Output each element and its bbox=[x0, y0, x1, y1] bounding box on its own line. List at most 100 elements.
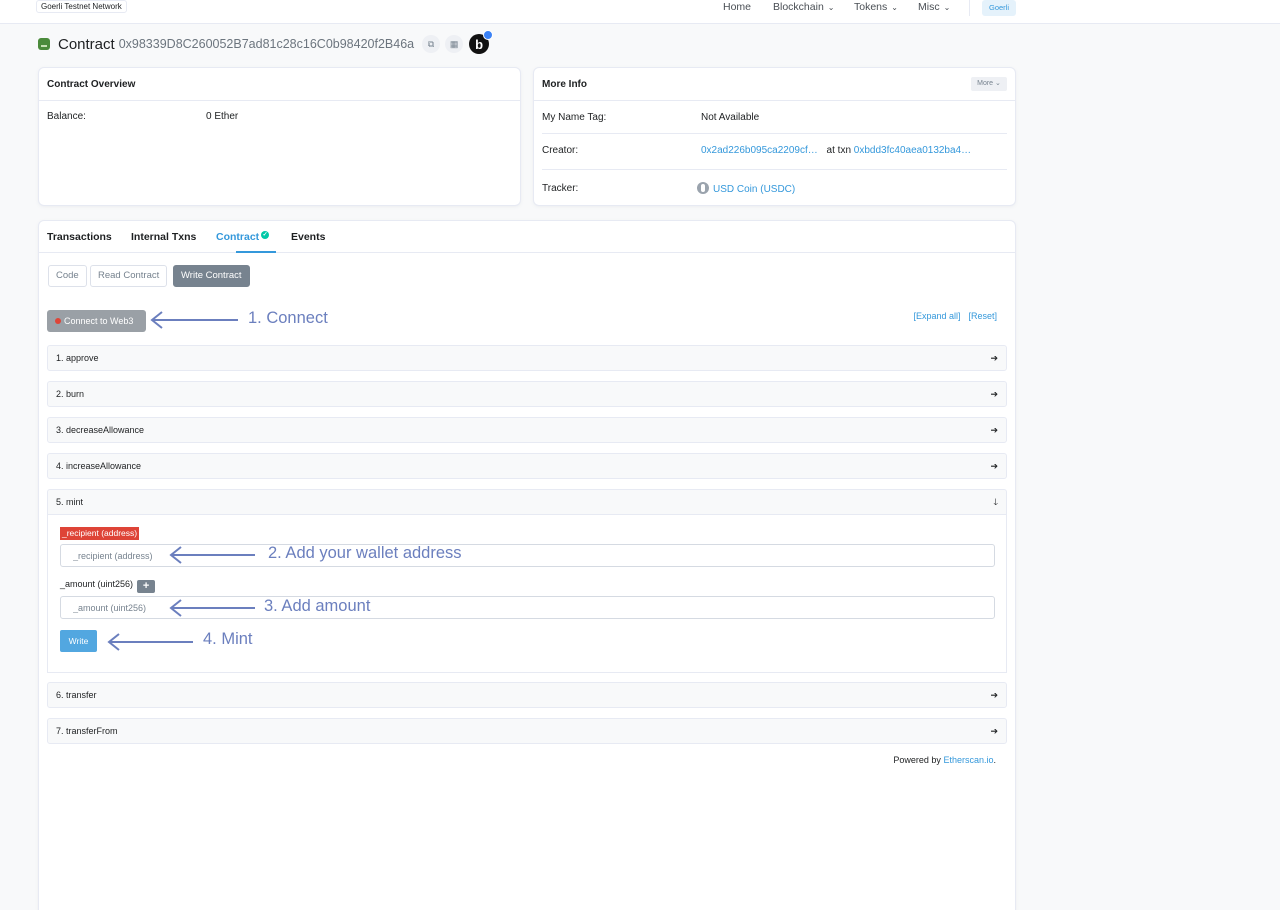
chevron-down-icon: ⌄ bbox=[943, 3, 951, 12]
page-title: Contract bbox=[58, 35, 115, 53]
arrow-right-icon: ➔ bbox=[990, 425, 998, 435]
verified-check-icon: ✓ bbox=[261, 231, 270, 239]
more-dropdown-button[interactable]: More ⌄ bbox=[971, 77, 1007, 91]
contract-icon bbox=[38, 38, 50, 50]
function-decrease-allowance[interactable]: 3. decreaseAllowance ➔ bbox=[47, 417, 1007, 443]
function-transfer-from[interactable]: 7. transferFrom ➔ bbox=[47, 718, 1007, 744]
nav-blockchain-label: Blockchain bbox=[773, 1, 824, 13]
disconnected-status-icon bbox=[55, 318, 61, 324]
creator-txn-link[interactable]: 0xbdd3fc40aea0132ba4… bbox=[854, 145, 971, 156]
blockscan-logo-icon: b bbox=[475, 36, 484, 52]
arrow-right-icon: ➔ bbox=[990, 690, 998, 700]
amount-label: _amount (uint256) + bbox=[60, 579, 156, 593]
annotation-step-3: 3. Add amount bbox=[264, 597, 371, 615]
balance-value: 0 Ether bbox=[206, 110, 239, 122]
tab-bar: Transactions Internal Txns Contract ✓ Eve… bbox=[39, 221, 1015, 253]
nav-blockchain[interactable]: Blockchain ⌄ bbox=[773, 1, 834, 14]
connect-web3-button[interactable]: Connect to Web3 bbox=[47, 310, 146, 332]
powered-by-text: Powered by bbox=[893, 755, 941, 765]
network-switch-button[interactable]: Goerli bbox=[982, 0, 1016, 16]
nav-tokens-label: Tokens bbox=[854, 1, 888, 13]
qr-code-button[interactable]: ▦ bbox=[445, 35, 464, 53]
card-title: Contract Overview bbox=[47, 78, 136, 90]
at-txn-text: at txn bbox=[826, 144, 852, 156]
nav-home-label: Home bbox=[723, 1, 752, 13]
name-tag-label: My Name Tag: bbox=[542, 111, 607, 123]
function-label: 7. transferFrom bbox=[56, 726, 118, 736]
annotation-step-4: 4. Mint bbox=[203, 630, 253, 648]
chevron-down-icon: ⌄ bbox=[827, 3, 835, 12]
copy-address-button[interactable]: ⧉ bbox=[422, 35, 441, 53]
function-approve[interactable]: 1. approve ➔ bbox=[47, 345, 1007, 371]
blockscan-chat-button[interactable]: b bbox=[469, 30, 494, 54]
network-badge: Goerli Testnet Network bbox=[36, 0, 127, 13]
amount-label-text: _amount (uint256) bbox=[60, 579, 134, 589]
annotation-step-2: 2. Add your wallet address bbox=[268, 544, 462, 562]
nav-tokens[interactable]: Tokens ⌄ bbox=[854, 1, 898, 14]
recipient-label: _recipient (address) bbox=[60, 527, 140, 540]
powered-by: Powered by Etherscan.io. bbox=[893, 755, 996, 765]
annotation-arrow-icon bbox=[169, 599, 255, 617]
tracker-link[interactable]: USD Coin (USDC) bbox=[697, 181, 796, 195]
function-label: 1. approve bbox=[56, 353, 99, 363]
card-title: More Info bbox=[542, 78, 587, 90]
usdc-token-icon bbox=[697, 181, 709, 194]
function-mint[interactable]: 5. mint 🡓 bbox=[47, 489, 1007, 515]
nav-misc-label: Misc bbox=[918, 1, 940, 13]
annotation-arrow-icon bbox=[150, 311, 238, 329]
tab-events[interactable]: Events bbox=[291, 231, 325, 243]
period: . bbox=[993, 755, 996, 765]
more-info-card: More Info More ⌄ My Name Tag: Not Availa… bbox=[533, 67, 1016, 206]
balance-label: Balance: bbox=[47, 110, 86, 122]
nav-misc[interactable]: Misc ⌄ bbox=[918, 1, 950, 14]
read-contract-button[interactable]: Read Contract bbox=[90, 265, 168, 287]
chevron-down-icon: ⌄ bbox=[891, 3, 898, 12]
card-header: More Info More ⌄ bbox=[534, 68, 1015, 101]
annotation-step-1: 1. Connect bbox=[248, 309, 328, 327]
annotation-arrow-icon bbox=[107, 633, 193, 651]
copy-icon: ⧉ bbox=[427, 38, 435, 49]
write-contract-button[interactable]: Write Contract bbox=[173, 265, 250, 287]
arrow-right-icon: ➔ bbox=[990, 461, 998, 471]
code-button[interactable]: Code bbox=[48, 265, 87, 287]
name-tag-value: Not Available bbox=[701, 111, 760, 123]
function-label: 5. mint bbox=[56, 497, 84, 507]
contract-address: 0x98339D8C260052B7ad81c28c16C0b98420f2B4… bbox=[118, 37, 415, 51]
annotation-arrow-icon bbox=[169, 546, 255, 564]
function-label: 3. decreaseAllowance bbox=[56, 425, 145, 435]
tracker-label: Tracker: bbox=[542, 182, 579, 194]
plus-icon[interactable]: + bbox=[137, 580, 156, 593]
connect-web3-label: Connect to Web3 bbox=[64, 316, 134, 326]
function-label: 2. burn bbox=[56, 389, 85, 399]
tab-transactions[interactable]: Transactions bbox=[47, 231, 112, 243]
tab-contract[interactable]: Contract ✓ bbox=[216, 231, 270, 243]
tab-internal-txns[interactable]: Internal Txns bbox=[131, 231, 196, 243]
row-divider bbox=[542, 169, 1007, 170]
arrow-right-icon: ➔ bbox=[990, 353, 998, 363]
page-heading: Contract 0x98339D8C260052B7ad81c28c16C0b… bbox=[38, 30, 494, 55]
function-label: 6. transfer bbox=[56, 690, 97, 700]
nav-divider bbox=[969, 0, 970, 16]
nav-home[interactable]: Home bbox=[723, 1, 751, 13]
function-label: 4. increaseAllowance bbox=[56, 461, 142, 471]
top-navbar: Goerli Testnet Network Home Blockchain ⌄ … bbox=[0, 0, 1280, 24]
creator-label: Creator: bbox=[542, 144, 579, 156]
arrow-down-icon: 🡓 bbox=[993, 497, 998, 507]
tracker-name: USD Coin (USDC) bbox=[713, 183, 796, 195]
contract-overview-card: Contract Overview Balance: 0 Ether bbox=[38, 67, 521, 206]
row-divider bbox=[542, 133, 1007, 134]
expand-all-link[interactable]: [Expand all] bbox=[913, 311, 960, 321]
tab-contract-label: Contract bbox=[216, 231, 260, 243]
function-burn[interactable]: 2. burn ➔ bbox=[47, 381, 1007, 407]
write-button[interactable]: Write bbox=[60, 630, 97, 652]
function-transfer[interactable]: 6. transfer ➔ bbox=[47, 682, 1007, 708]
creator-info: 0x2ad226b095ca2209cf… at txn 0xbdd3fc40a… bbox=[701, 145, 971, 156]
etherscan-link[interactable]: Etherscan.io bbox=[943, 755, 993, 765]
expand-reset-links: [Expand all] [Reset] bbox=[905, 311, 997, 321]
card-header: Contract Overview bbox=[39, 68, 520, 101]
arrow-right-icon: ➔ bbox=[990, 726, 998, 736]
arrow-right-icon: ➔ bbox=[990, 389, 998, 399]
reset-link[interactable]: [Reset] bbox=[968, 311, 997, 321]
creator-address-link[interactable]: 0x2ad226b095ca2209cf… bbox=[701, 145, 818, 156]
function-increase-allowance[interactable]: 4. increaseAllowance ➔ bbox=[47, 453, 1007, 479]
